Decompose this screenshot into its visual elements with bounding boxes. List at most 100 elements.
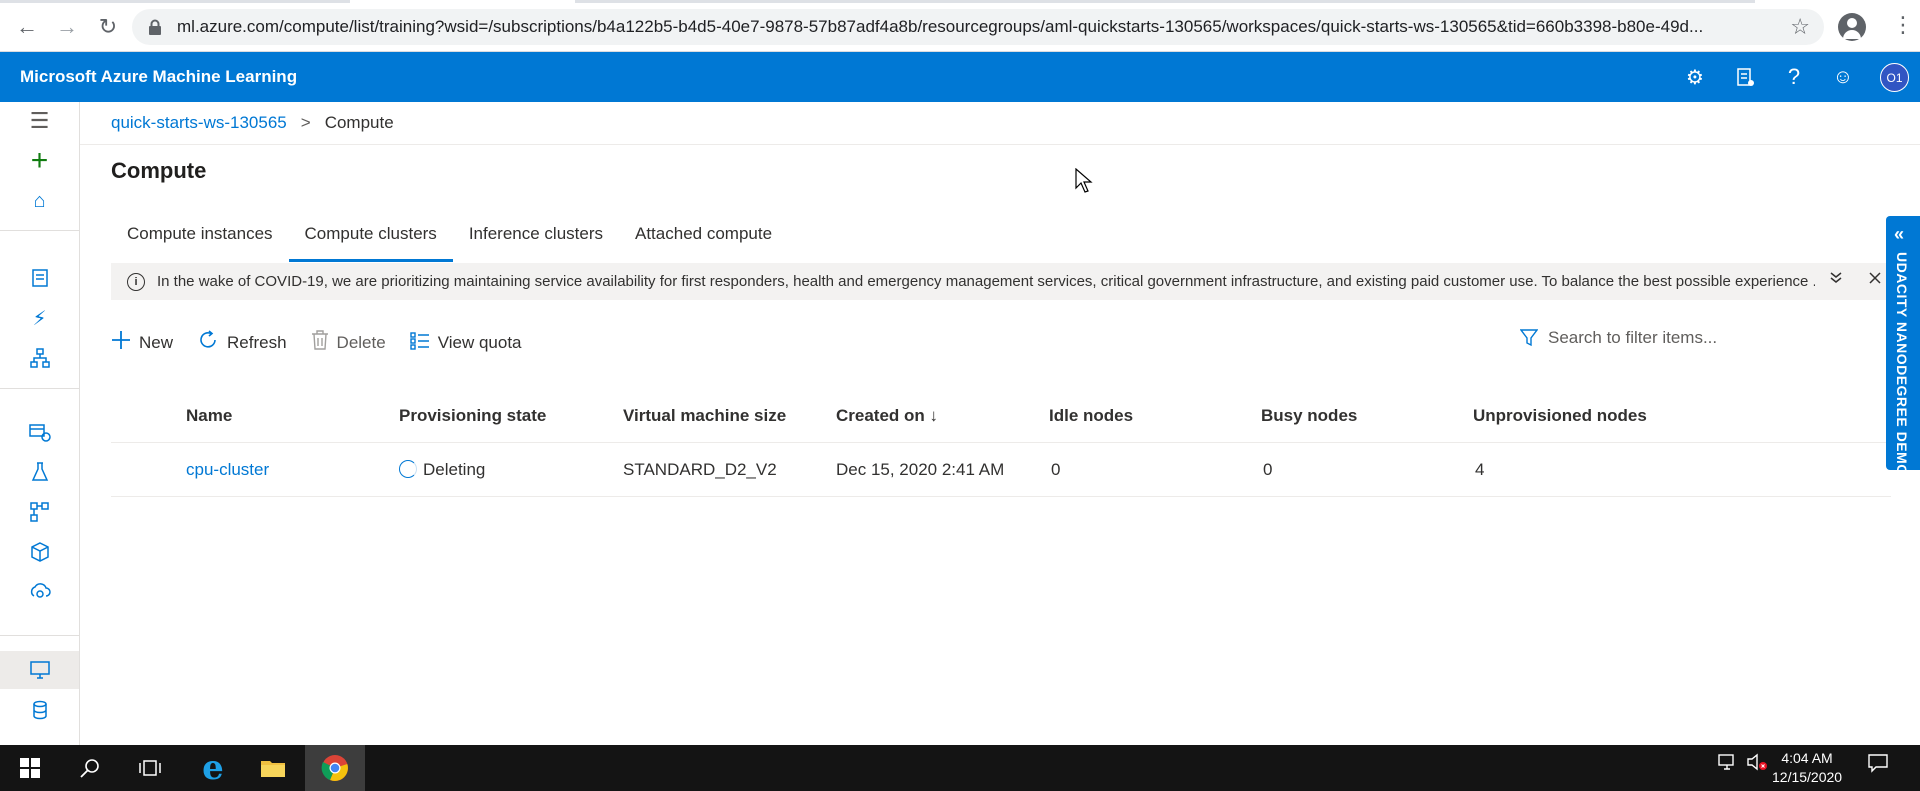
column-busy-nodes[interactable]: Busy nodes [1261, 406, 1357, 426]
new-button-label: New [139, 333, 174, 352]
back-icon[interactable]: ← [12, 12, 42, 42]
banner-text: In the wake of COVID-19, we are prioriti… [157, 273, 1815, 290]
system-clock[interactable]: 4:04 AM 12/15/2020 [1772, 749, 1842, 787]
pipelines-icon[interactable] [0, 493, 79, 531]
compute-icon[interactable] [0, 651, 79, 689]
trash-icon [311, 330, 329, 356]
home-icon[interactable]: ⌂ [0, 182, 79, 220]
vm-size-cell: STANDARD_D2_V2 [623, 460, 777, 479]
left-navigation: ☰ + ⌂ ⚡ [0, 102, 80, 745]
provisioning-state-cell: Deleting [399, 460, 485, 480]
side-tab-label: UDACITY NANODEGREE DEMO [1894, 252, 1910, 476]
breadcrumb-separator: > [300, 113, 311, 132]
windows-start-icon[interactable] [0, 745, 60, 791]
busy-nodes-cell: 0 [1263, 460, 1273, 479]
help-icon[interactable]: ? [1781, 64, 1807, 90]
close-banner-icon[interactable] [1868, 271, 1882, 290]
column-provisioning-state[interactable]: Provisioning state [399, 406, 546, 426]
view-quota-button-label: View quota [437, 333, 522, 352]
search-filter-input[interactable]: Search to filter items... [1520, 328, 1717, 348]
models-cube-icon[interactable] [0, 533, 79, 571]
forward-icon[interactable]: → [52, 12, 82, 42]
filter-funnel-icon [1520, 329, 1538, 347]
browser-tab-edge [575, 0, 1755, 3]
app-header: Microsoft Azure Machine Learning ⚙ ? ☺ O… [0, 52, 1920, 102]
tab-attached-compute[interactable]: Attached compute [619, 220, 788, 262]
task-view-icon[interactable] [120, 745, 180, 791]
bookmark-star-icon[interactable]: ☆ [1790, 14, 1810, 40]
url-text[interactable]: ml.azure.com/compute/list/training?wsid=… [177, 17, 1777, 37]
breadcrumb: quick-starts-ws-130565 > Compute [111, 113, 394, 133]
reload-icon[interactable]: ↻ [93, 12, 123, 42]
breadcrumb-current: Compute [324, 113, 394, 132]
column-created-on[interactable]: Created on ↓ [836, 406, 938, 426]
expand-double-chevron-icon[interactable] [1829, 271, 1843, 290]
covid-notice-banner: i In the wake of COVID-19, we are priori… [111, 263, 1888, 300]
tab-compute-clusters[interactable]: Compute clusters [288, 220, 454, 262]
tab-compute-instances[interactable]: Compute instances [111, 220, 289, 262]
internet-explorer-icon[interactable]: e [183, 745, 243, 791]
column-unprovisioned-nodes[interactable]: Unprovisioned nodes [1473, 406, 1647, 426]
created-on-cell: Dec 15, 2020 2:41 AM [836, 460, 1005, 479]
designer-icon[interactable] [0, 339, 79, 377]
table-header: Name Provisioning state Virtual machine … [111, 398, 1891, 443]
rail-divider [0, 388, 79, 389]
tab-inference-clusters[interactable]: Inference clusters [453, 220, 619, 262]
clock-time: 4:04 AM [1781, 750, 1833, 766]
compute-tabs: Compute instances Compute clusters Infer… [111, 220, 788, 262]
view-quota-button[interactable]: View quota [409, 330, 522, 356]
endpoints-icon[interactable] [0, 573, 79, 611]
double-chevron-left-icon: « [1894, 224, 1905, 244]
user-avatar[interactable]: O1 [1880, 63, 1909, 92]
header-divider [80, 144, 1920, 145]
search-placeholder: Search to filter items... [1548, 328, 1718, 347]
browser-tab-edge [0, 0, 350, 3]
browser-menu-icon[interactable]: ⋮ [1892, 12, 1914, 38]
datastores-icon[interactable] [0, 691, 79, 729]
experiments-flask-icon[interactable] [0, 453, 79, 491]
windows-taskbar: e 4:04 AM 12/15/2020 [0, 745, 1920, 791]
network-icon[interactable] [1718, 753, 1738, 776]
chrome-icon[interactable] [305, 745, 365, 791]
notebooks-icon[interactable] [0, 259, 79, 297]
app-title[interactable]: Microsoft Azure Machine Learning [20, 67, 297, 87]
plus-icon [111, 330, 131, 356]
new-button[interactable]: New [111, 330, 173, 356]
refresh-icon [197, 329, 219, 357]
unprovisioned-nodes-cell: 4 [1475, 460, 1485, 479]
page-title: Compute [111, 158, 207, 183]
refresh-button[interactable]: Refresh [197, 329, 287, 357]
lock-icon [149, 19, 161, 35]
column-idle-nodes[interactable]: Idle nodes [1049, 406, 1133, 426]
column-name[interactable]: Name [186, 406, 232, 426]
delete-button[interactable]: Delete [311, 330, 386, 356]
action-center-icon[interactable] [1868, 753, 1888, 778]
cluster-name-link[interactable]: cpu-cluster [186, 460, 269, 480]
list-icon [409, 330, 430, 356]
file-explorer-folder-icon[interactable] [243, 745, 303, 791]
table-row[interactable]: cpu-cluster Deleting STANDARD_D2_V2 Dec … [111, 447, 1891, 497]
refresh-button-label: Refresh [227, 333, 287, 352]
volume-muted-icon[interactable] [1746, 753, 1768, 776]
profile-icon[interactable] [1838, 13, 1866, 41]
settings-gear-icon[interactable]: ⚙ [1682, 64, 1708, 90]
rail-divider [0, 230, 79, 231]
breadcrumb-workspace-link[interactable]: quick-starts-ws-130565 [111, 113, 287, 133]
column-vm-size[interactable]: Virtual machine size [623, 406, 786, 426]
search-icon[interactable] [60, 745, 120, 791]
datasets-icon[interactable] [0, 413, 79, 451]
automated-ml-icon[interactable]: ⚡ [0, 299, 79, 337]
notifications-icon[interactable] [1732, 64, 1758, 90]
browser-toolbar: ← → ↻ ml.azure.com/compute/list/training… [0, 0, 1920, 52]
idle-nodes-cell: 0 [1051, 460, 1061, 479]
info-icon: i [127, 272, 145, 291]
udacity-side-tab[interactable]: « UDACITY NANODEGREE DEMO [1886, 216, 1920, 476]
progress-spinner-icon [399, 460, 417, 478]
command-bar: New Refresh Delete View quota [111, 325, 546, 361]
address-bar[interactable]: ml.azure.com/compute/list/training?wsid=… [132, 9, 1824, 45]
mouse-cursor-icon [1075, 168, 1093, 193]
feedback-smiley-icon[interactable]: ☺ [1830, 64, 1856, 90]
hamburger-menu-icon[interactable]: ☰ [0, 102, 79, 140]
create-new-plus-icon[interactable]: + [0, 142, 79, 180]
clock-date: 12/15/2020 [1772, 769, 1843, 785]
